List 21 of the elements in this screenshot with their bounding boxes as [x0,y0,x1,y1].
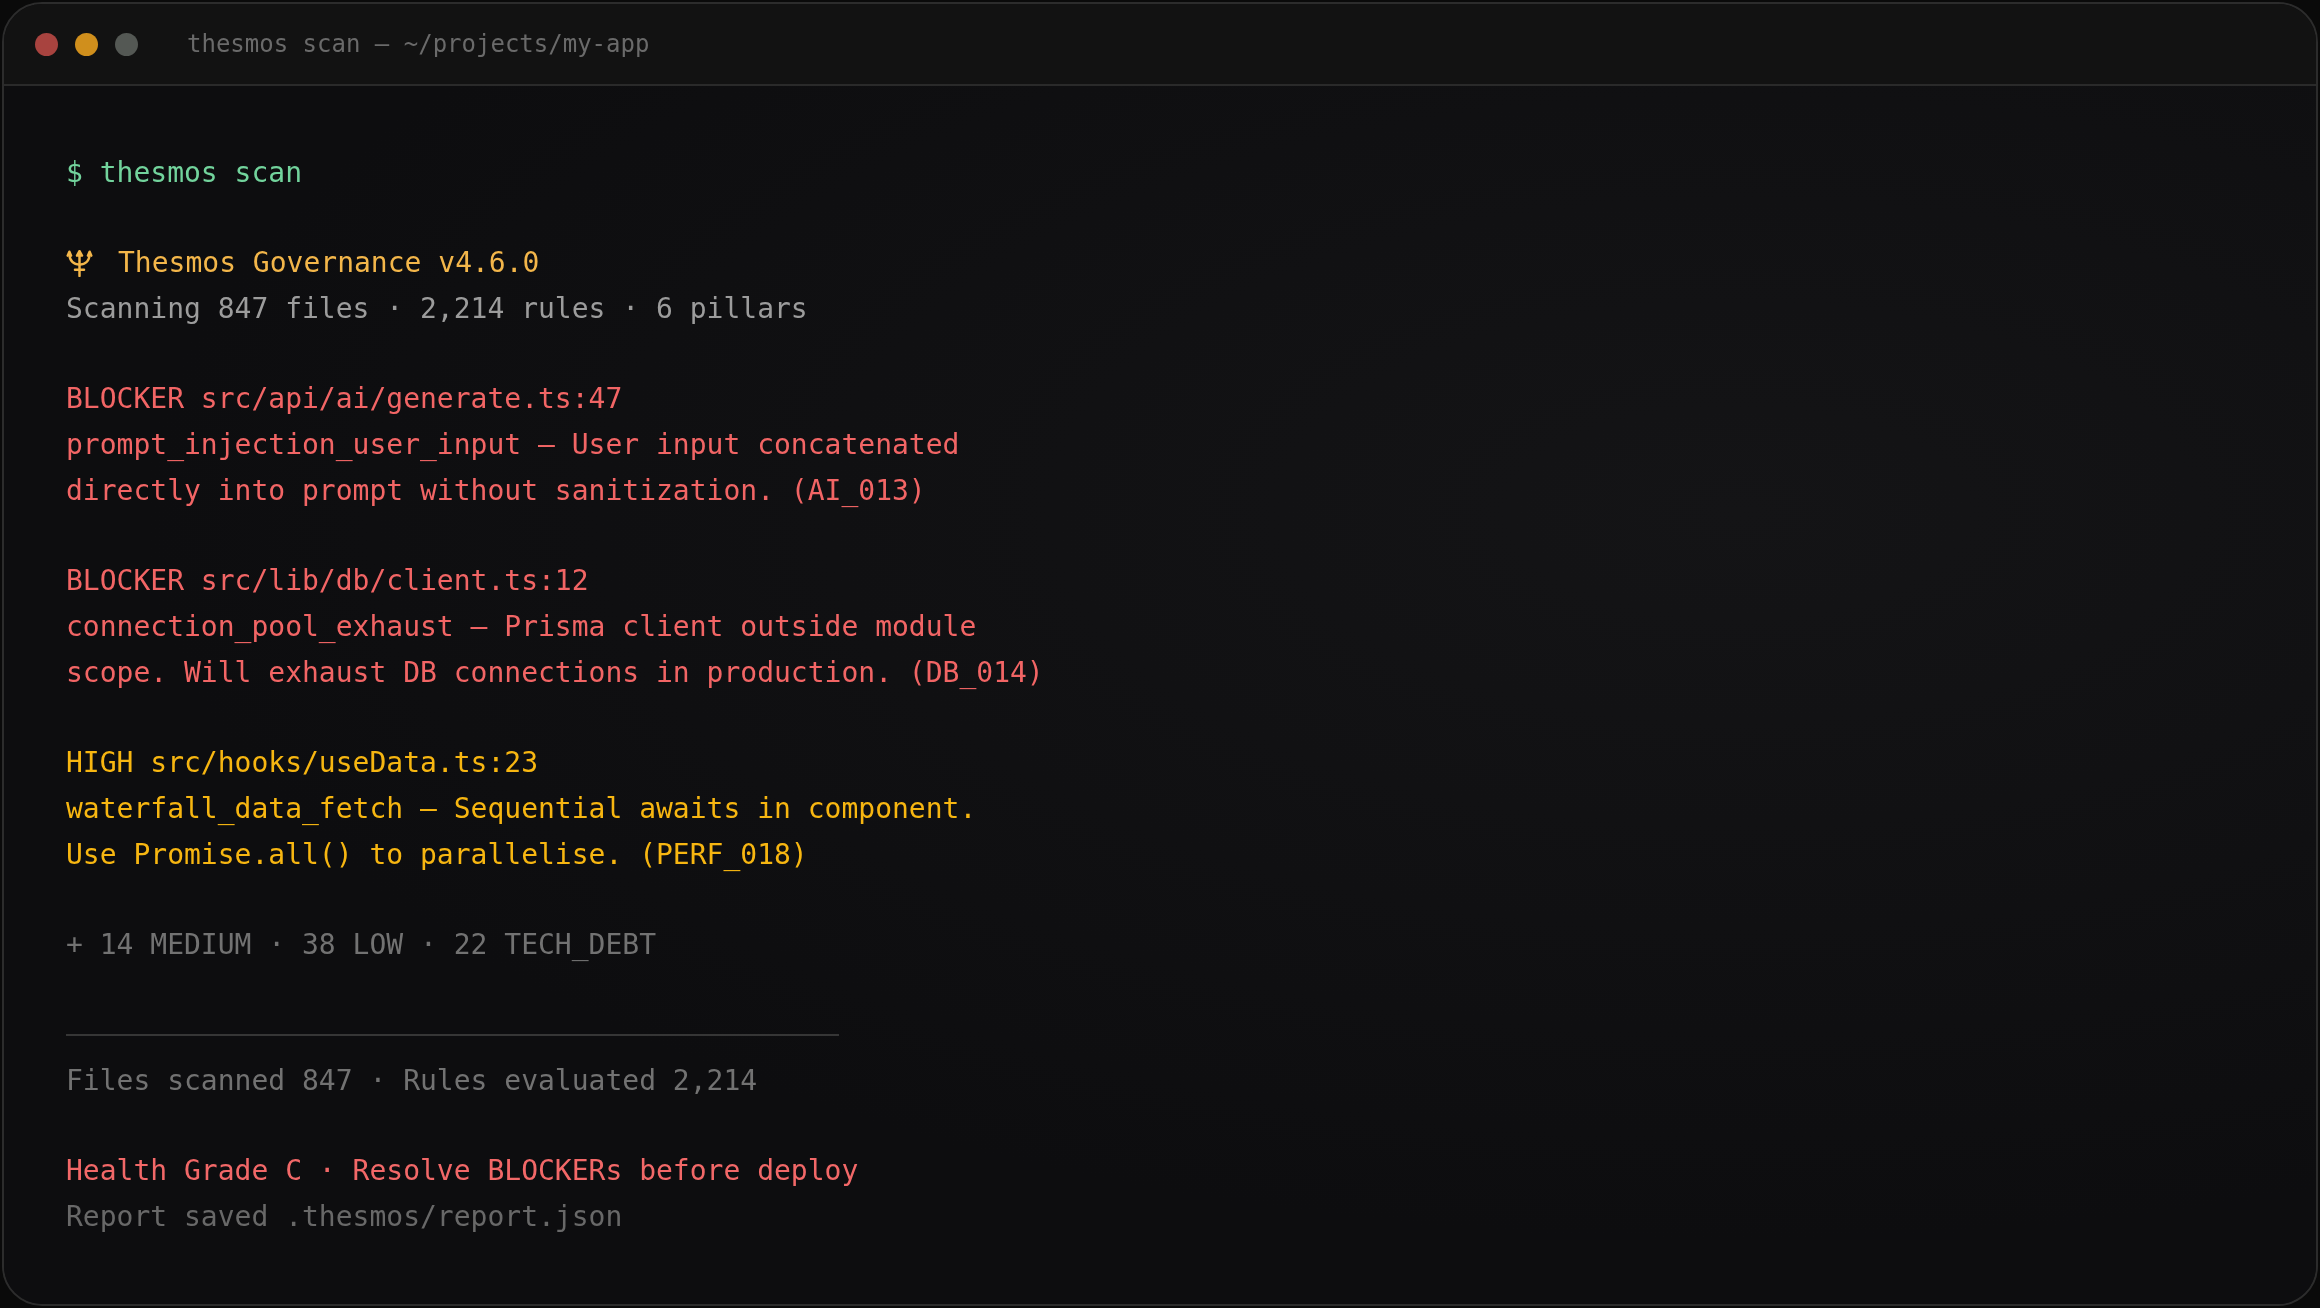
output-text: Use Promise.all() to parallelise. (PERF_018) [66,837,808,873]
minimize-button[interactable] [75,32,98,56]
command-text: $ thesmos scan [66,155,302,191]
output-text: Health Grade C · Resolve BLOCKERs before deploy [66,1153,859,1189]
output-text: HIGH src/hooks/useData.ts:23 [66,745,538,781]
output-text: waterfall_data_fetch — Sequential awaits in component. [66,791,977,827]
output-text: BLOCKER src/api/ai/generate.ts:47 [66,381,623,417]
output-text: scope. Will exhaust DB connections in production. (DB_014) [66,655,1044,691]
maximize-button[interactable] [115,32,138,56]
output-text: Files scanned 847 · Rules evaluated 2,214 [66,1063,758,1099]
close-button[interactable] [35,32,58,56]
output-text: Report saved .thesmos/report.json [66,1199,623,1235]
output-text: prompt_injection_user_input — User input concatenated [66,427,960,463]
banner-title: Thesmos Governance v4.6.0 [118,245,540,281]
trident-icon [66,249,93,277]
output-text: + 14 MEDIUM · 38 LOW · 22 TECH_DEBT [66,927,656,963]
window-title: thesmos scan — ~/projects/my-app [187,29,650,60]
output-text: Scanning 847 files · 2,214 rules · 6 pillars [66,291,808,327]
output-text: BLOCKER src/lib/db/client.ts:12 [66,563,589,599]
output-text: connection_pool_exhaust — Prisma client outside module [66,609,977,645]
output-text: directly into prompt without sanitization. (AI_013) [66,473,926,509]
